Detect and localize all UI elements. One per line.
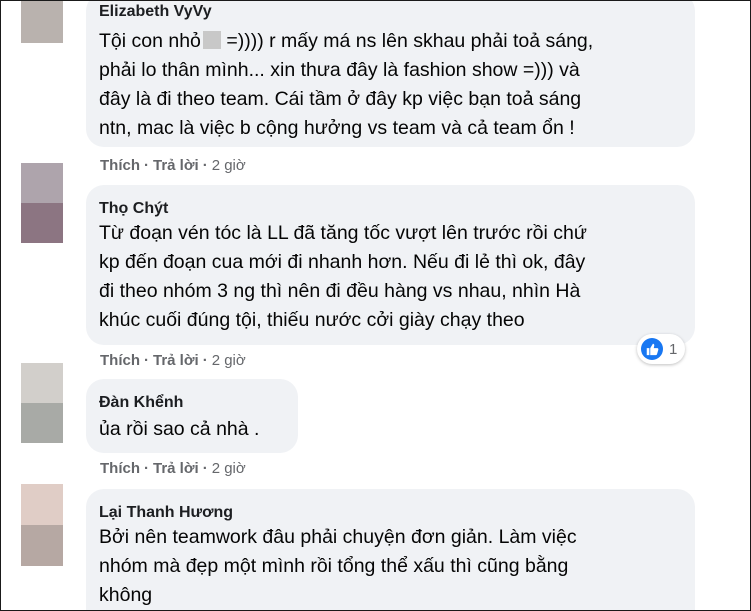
comment-thread: Elizabeth VyVy Tội con nhỏ =)))) r mấy m… xyxy=(0,0,751,611)
comment-text-line: khúc cuối đúng tội, thiếu nước cởi giày … xyxy=(99,309,525,331)
comment-text-line: đi theo nhóm 3 ng thì nên đi đều hàng vs… xyxy=(99,280,581,302)
comment-bubble: Thọ Chýt Từ đoạn vén tóc là LL đã tăng t… xyxy=(86,185,695,345)
avatar[interactable] xyxy=(21,363,63,443)
comment-timestamp[interactable]: 2 giờ xyxy=(212,460,246,477)
comment-timestamp[interactable]: 2 giờ xyxy=(212,352,246,369)
reaction-count: 1 xyxy=(669,340,678,358)
comment-author[interactable]: Lại Thanh Hương xyxy=(99,504,233,522)
like-link[interactable]: Thích xyxy=(100,352,140,369)
reply-link[interactable]: Trả lời xyxy=(153,157,199,174)
comment-text-line: đây là đi theo team. Cái tầm ở đây kp vi… xyxy=(99,88,582,110)
comment-text-line: Từ đoạn vén tóc là LL đã tăng tốc vượt l… xyxy=(99,222,587,244)
comment-bubble: Lại Thanh Hương Bởi nên teamwork đâu phả… xyxy=(86,489,695,610)
avatar[interactable] xyxy=(21,1,63,43)
comment-text: Từ đoạn vén tóc là LL đã tăng tốc vượt l… xyxy=(99,219,587,335)
separator-dot: · xyxy=(144,460,149,477)
comment-text-line: phải lo thân mình... xin thưa đây là fas… xyxy=(99,59,580,81)
separator-dot: · xyxy=(144,157,149,174)
comment-text: Tội con nhỏ =)))) r mấy má ns lên skhau … xyxy=(99,27,593,143)
reply-link[interactable]: Trả lời xyxy=(153,460,199,477)
avatar[interactable] xyxy=(21,163,63,243)
like-icon xyxy=(641,338,663,360)
comment-actions: Thích · Trả lời · 2 giờ xyxy=(100,352,246,369)
separator-dot: · xyxy=(202,157,208,174)
separator-dot: · xyxy=(202,352,208,369)
comment-timestamp[interactable]: 2 giờ xyxy=(212,157,246,174)
comment-text-line: ủa rồi sao cả nhà . xyxy=(99,418,260,440)
separator-dot: · xyxy=(144,352,149,369)
like-link[interactable]: Thích xyxy=(100,157,140,174)
comment-actions: Thích · Trả lời · 2 giờ xyxy=(100,157,246,174)
comment-author[interactable]: Đàn Khểnh xyxy=(99,394,183,412)
reply-link[interactable]: Trả lời xyxy=(153,352,199,369)
comment-bubble: Elizabeth VyVy Tội con nhỏ =)))) r mấy m… xyxy=(86,1,695,147)
comment-text: Bởi nên teamwork đâu phải chuyện đơn giả… xyxy=(99,523,577,610)
censored-emoji xyxy=(202,31,221,49)
comment-author[interactable]: Thọ Chýt xyxy=(99,200,168,218)
comment-text: ủa rồi sao cả nhà . xyxy=(99,415,259,444)
comment-text-line: không xyxy=(99,584,153,606)
comment-actions: Thích · Trả lời · 2 giờ xyxy=(100,460,246,477)
comment-bubble: Đàn Khểnh ủa rồi sao cả nhà . xyxy=(86,379,298,453)
comment-text-line: nhóm mà đẹp một mình rồi tổng thể xấu th… xyxy=(99,555,569,577)
comment-text-line: =)))) r mấy má ns lên skhau phải toả sán… xyxy=(220,30,594,52)
comment-text-line: kp đến đoạn cua mới đi nhanh hơn. Nếu đi… xyxy=(99,251,586,273)
like-link[interactable]: Thích xyxy=(100,460,140,477)
separator-dot: · xyxy=(202,460,208,477)
comment-text-line: Tội con nhỏ xyxy=(99,30,201,52)
comment-text-line: Bởi nên teamwork đâu phải chuyện đơn giả… xyxy=(99,526,577,548)
reaction-summary[interactable]: 1 xyxy=(637,334,686,364)
comment-author[interactable]: Elizabeth VyVy xyxy=(99,3,212,21)
avatar[interactable] xyxy=(21,484,63,566)
comment-text-line: ntn, mac là việc b cộng hưởng vs team và… xyxy=(99,117,575,139)
